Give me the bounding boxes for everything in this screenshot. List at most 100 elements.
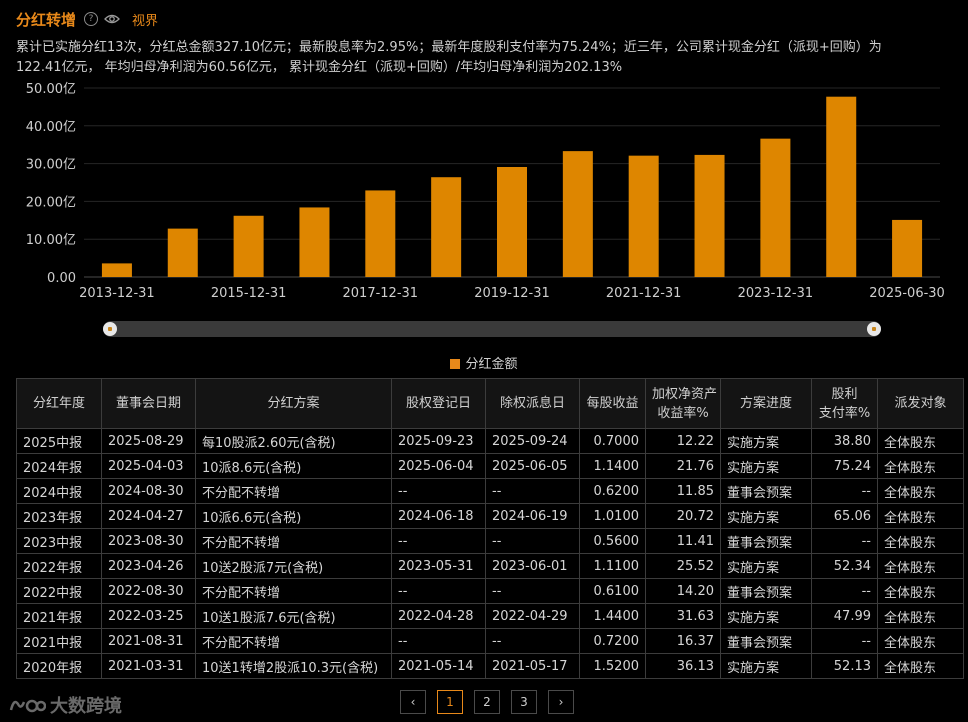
chart-legend[interactable]: 分红金额	[0, 353, 968, 372]
table-cell: 0.6100	[579, 578, 646, 604]
page-button-1[interactable]: 1	[437, 690, 463, 714]
table-cell: 10送2股派7元(含税)	[195, 553, 392, 579]
table-cell: 65.06	[811, 503, 878, 529]
table-cell: 2025-06-05	[485, 453, 580, 479]
table-header-row: 分红年度 董事会日期 分红方案 股权登记日 除权派息日 每股收益 加权净资产 收益率% 方案进度…	[16, 378, 964, 429]
y-tick-label: 10.00亿	[26, 233, 76, 248]
table-cell: --	[485, 578, 580, 604]
table-cell: 实施方案	[720, 453, 812, 479]
watermark-logo-icon	[9, 699, 46, 713]
table-cell: 2024-06-19	[485, 503, 580, 529]
help-icon[interactable]: ?	[84, 12, 99, 26]
table-cell: --	[811, 478, 878, 504]
table-cell: 全体股东	[877, 653, 964, 679]
x-tick-label: 2015-12-31	[211, 286, 287, 301]
table-row: 2023中报 2023-08-30 不分配不转增 -- -- 0.5600 11.41 董事会…	[16, 528, 964, 554]
table-cell: 2023-04-26	[101, 553, 196, 579]
table-cell: 1.4400	[579, 603, 646, 629]
table-cell: 31.63	[645, 603, 721, 629]
column-header-label: 董事会日期	[115, 396, 181, 411]
table-cell: 47.99	[811, 603, 878, 629]
table-cell: 董事会预案	[720, 528, 812, 554]
table-cell: 全体股东	[877, 453, 964, 479]
table-cell: 全体股东	[877, 628, 964, 654]
table-cell: 2022中报	[16, 578, 102, 604]
column-header: 董事会日期	[101, 378, 196, 429]
table-cell: 不分配不转增	[195, 478, 392, 504]
section-title: 分红转增	[16, 10, 77, 29]
table-cell: 12.22	[645, 428, 721, 454]
table-row: 2025中报 2025-08-29 每10股派2.60元(含税) 2025-09-23…	[16, 428, 964, 454]
table-cell: 2021-05-14	[391, 653, 486, 679]
legend-swatch	[450, 359, 461, 369]
table-cell: 10派8.6元(含税)	[195, 453, 392, 479]
chart-bar	[826, 96, 857, 277]
y-tick-label: 40.00亿	[26, 120, 76, 135]
column-header-label: 方案进度	[739, 396, 792, 411]
column-header-label-2: 支付率%	[818, 405, 871, 421]
summary-line-1: 累计已实施分红13次，分红总金额327.10亿元；最新股息率为2.95%；最新年…	[16, 40, 882, 55]
next-page-button[interactable]: ›	[548, 690, 574, 714]
chart-bar	[233, 215, 264, 277]
chart-bar	[694, 154, 725, 277]
column-header-label: 分红方案	[267, 396, 320, 411]
table-cell: 2022-08-30	[101, 578, 196, 604]
y-tick-label: 50.00亿	[26, 82, 76, 97]
chart-bar	[431, 177, 462, 277]
watermark-text: 大数跨境	[50, 696, 122, 717]
table-cell: 2021-03-31	[101, 653, 196, 679]
table-cell: 1.1400	[579, 453, 646, 479]
table-cell: --	[811, 528, 878, 554]
column-header: 加权净资产 收益率%	[645, 378, 721, 429]
table-cell: 16.37	[645, 628, 721, 654]
chart-bar	[101, 263, 132, 277]
table-cell: 52.13	[811, 653, 878, 679]
chart-bar	[167, 228, 198, 277]
page-button-3[interactable]: 3	[511, 690, 537, 714]
y-tick-label: 0.00	[47, 271, 76, 286]
table-cell: 不分配不转增	[195, 628, 392, 654]
table-cell: 0.7200	[579, 628, 646, 654]
table-row: 2021年报 2022-03-25 10送1股派7.6元(含税) 2022-04-28…	[16, 603, 964, 629]
table-body: 2025中报 2025-08-29 每10股派2.60元(含税) 2025-09-23…	[16, 428, 964, 679]
table-cell: --	[811, 578, 878, 604]
chart-range-slider[interactable]	[103, 321, 881, 337]
chart-bar	[760, 138, 791, 277]
table-cell: 实施方案	[720, 553, 812, 579]
table-row: 2021中报 2021-08-31 不分配不转增 -- -- 0.7200 16.37 董事会…	[16, 628, 964, 654]
table-cell: 20.72	[645, 503, 721, 529]
table-cell: 不分配不转增	[195, 578, 392, 604]
table-row: 2024年报 2025-04-03 10派8.6元(含税) 2025-06-04 202…	[16, 453, 964, 479]
page-button-2[interactable]: 2	[474, 690, 500, 714]
table-row: 2022年报 2023-04-26 10送2股派7元(含税) 2023-05-31 20…	[16, 553, 964, 579]
table-cell: 2023-05-31	[391, 553, 486, 579]
table-cell: 2021中报	[16, 628, 102, 654]
slider-handle-left[interactable]	[103, 322, 117, 336]
y-tick-label: 30.00亿	[26, 158, 76, 173]
x-tick-label: 2017-12-31	[343, 286, 419, 301]
x-tick-label: 2025-06-30	[869, 286, 945, 301]
table-row: 2022中报 2022-08-30 不分配不转增 -- -- 0.6100 14.20 董事会…	[16, 578, 964, 604]
prev-page-button[interactable]: ‹	[400, 690, 426, 714]
table-cell: --	[391, 628, 486, 654]
table-cell: 全体股东	[877, 503, 964, 529]
column-header: 股利 支付率%	[811, 378, 878, 429]
table-cell: 38.80	[811, 428, 878, 454]
table-cell: 实施方案	[720, 428, 812, 454]
eye-icon[interactable]	[104, 13, 120, 25]
table-cell: --	[391, 478, 486, 504]
table-cell: 2025-04-03	[101, 453, 196, 479]
x-tick-label: 2023-12-31	[738, 286, 814, 301]
dividend-summary: 累计已实施分红13次，分红总金额327.10亿元；最新股息率为2.95%；最新年…	[16, 38, 956, 78]
table-cell: 11.85	[645, 478, 721, 504]
column-header: 分红年度	[16, 378, 102, 429]
table-cell: 11.41	[645, 528, 721, 554]
table-cell: 2023-08-30	[101, 528, 196, 554]
table-cell: --	[485, 478, 580, 504]
legend-label: 分红金额	[465, 357, 518, 372]
slider-handle-right[interactable]	[867, 322, 881, 336]
table-cell: 10送1转增2股派10.3元(含税)	[195, 653, 392, 679]
chart-bar	[299, 207, 330, 277]
table-cell: 2024-08-30	[101, 478, 196, 504]
view-link[interactable]: 视界	[132, 10, 158, 29]
